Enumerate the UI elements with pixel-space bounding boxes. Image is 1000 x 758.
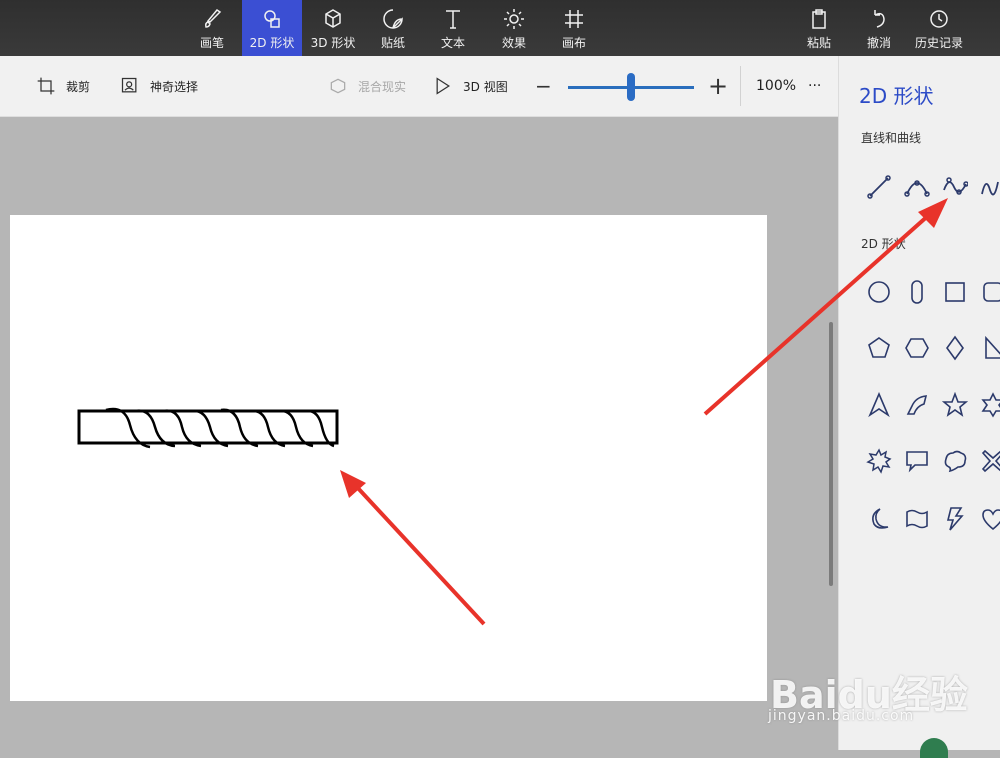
watermark-badge (920, 738, 948, 758)
annotation-arrows (340, 198, 948, 626)
watermark-url: jingyan.baidu.com (768, 708, 915, 724)
watermark: Baidu经验 jingyan.baidu.com (768, 640, 1000, 750)
